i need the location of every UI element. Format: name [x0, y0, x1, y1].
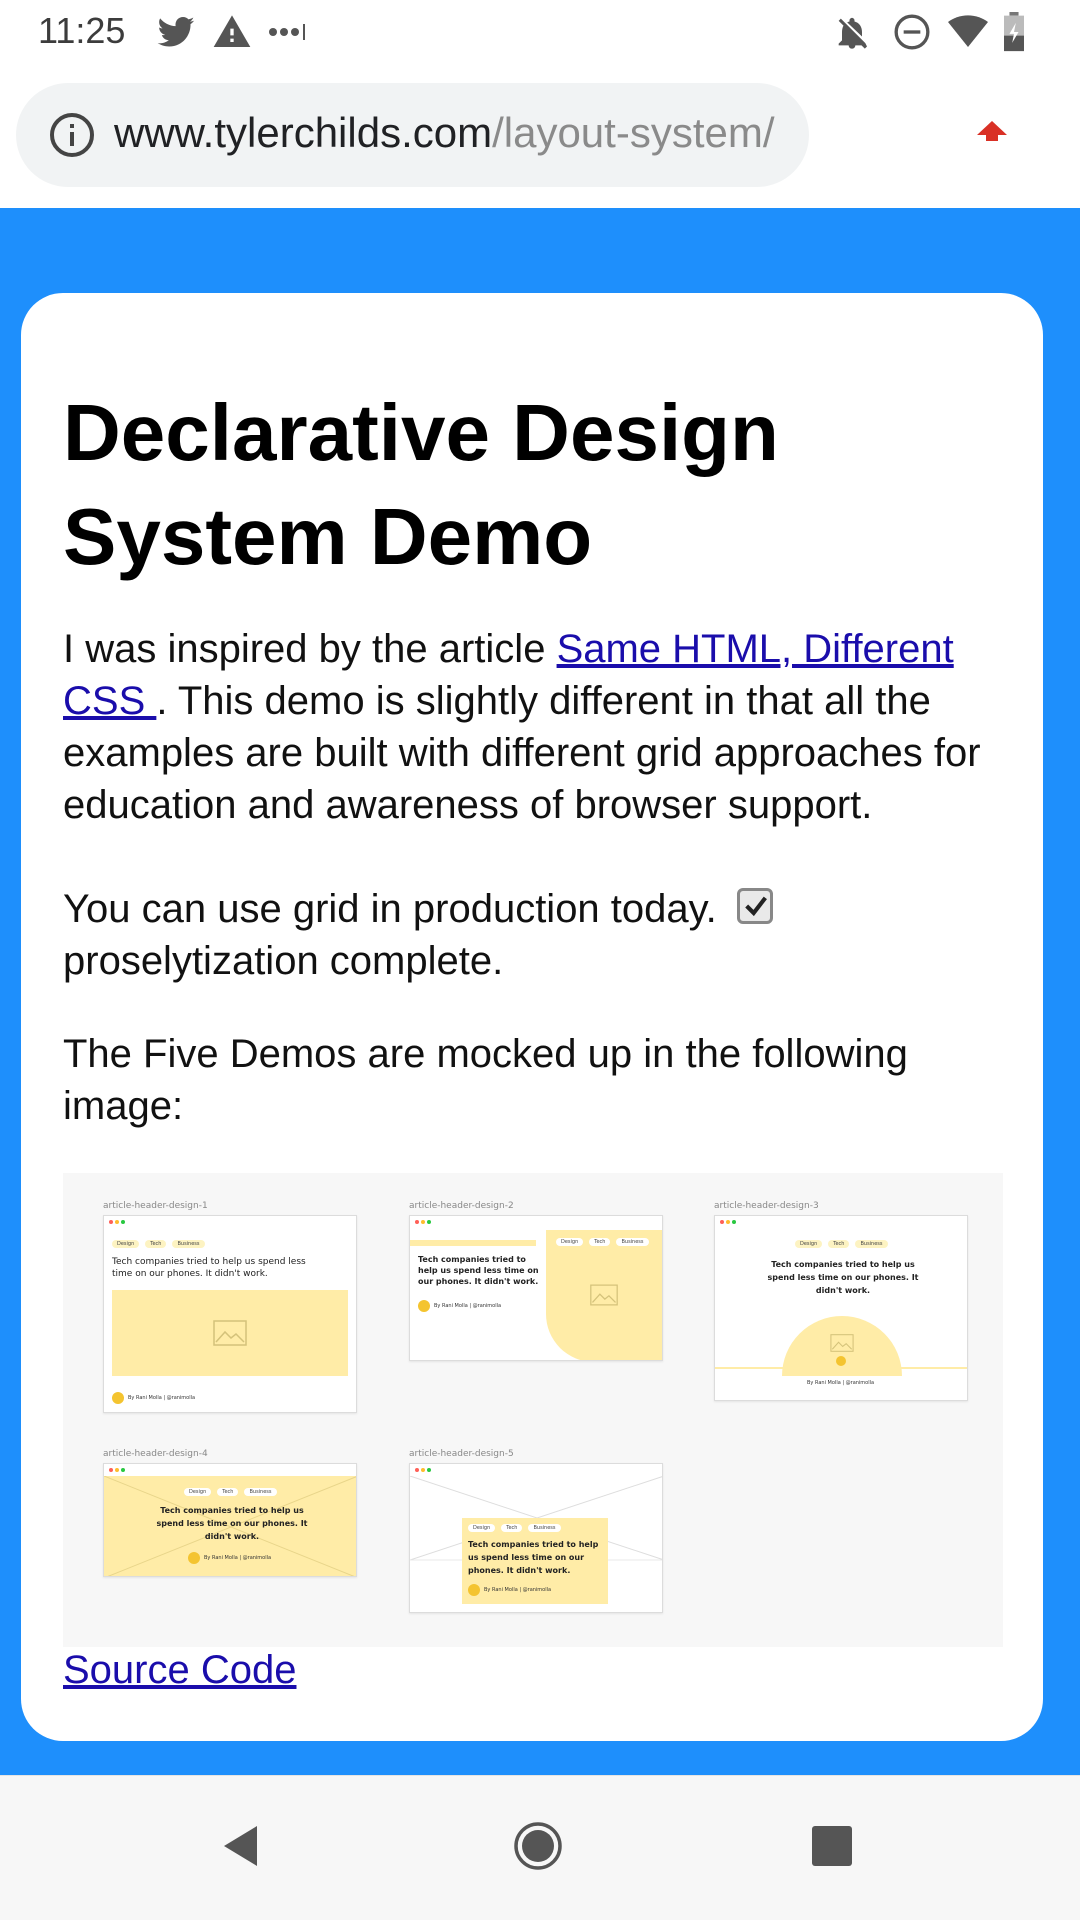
url-bar[interactable]: www.tylerchilds.com/layout-system/	[16, 83, 809, 187]
battery-icon	[1004, 12, 1024, 52]
design-3-headline: Tech companies tried to help us spend le…	[767, 1260, 919, 1295]
grid-text: You can use grid in production today.	[63, 887, 717, 931]
avatar	[112, 1392, 124, 1404]
url-domain: www.tylerchilds.com	[114, 109, 493, 156]
warning-icon	[213, 15, 251, 48]
byline-text: By Rani Molla | @ranimolla	[484, 1587, 552, 1593]
design-2-headline: Tech companies tried to help us spend le…	[418, 1255, 539, 1286]
demos-paragraph: The Five Demos are mocked up in the foll…	[63, 1032, 908, 1128]
window-dots	[109, 1220, 125, 1224]
checkmark-checkbox[interactable]	[736, 888, 773, 924]
image-placeholder-icon	[830, 1334, 854, 1352]
tag-design: Design	[184, 1488, 212, 1496]
tag-tech: Tech	[828, 1240, 850, 1248]
page-title: Declarative Design System Demo	[63, 388, 779, 581]
avatar	[188, 1552, 200, 1564]
info-icon[interactable]	[48, 111, 96, 159]
twitter-icon	[157, 17, 195, 47]
wifi-icon	[948, 15, 988, 48]
design-1-headline: Tech companies tried to help us spend le…	[112, 1257, 306, 1279]
design-2-byline: By Rani Molla | @ranimolla	[418, 1300, 501, 1312]
grid-text-after: proselytization complete.	[63, 939, 504, 983]
source-code-link[interactable]: Source Code	[63, 1648, 296, 1693]
window-dots	[109, 1468, 125, 1472]
design-1-byline: By Rani Molla | @ranimolla	[112, 1392, 195, 1404]
tag-design: Design	[112, 1240, 140, 1248]
design-4-headline: Tech companies tried to help us spend le…	[156, 1506, 308, 1541]
design-2-stripe	[410, 1240, 536, 1246]
back-icon[interactable]	[212, 1816, 272, 1876]
window-dots	[720, 1220, 736, 1224]
tag-design: Design	[795, 1240, 823, 1248]
url-path: /layout-system/	[492, 109, 775, 156]
upload-arrow-icon[interactable]	[975, 119, 1009, 149]
design-1-label: article-header-design-1	[103, 1201, 208, 1211]
navigation-bar	[0, 1775, 1080, 1920]
tag-business: Business	[855, 1240, 888, 1248]
tag-list: Design Tech Business	[184, 1488, 277, 1496]
design-2-label: article-header-design-2	[409, 1201, 514, 1211]
design-4-label: article-header-design-4	[103, 1449, 208, 1459]
image-placeholder-icon	[590, 1284, 618, 1306]
do-not-disturb-icon	[894, 14, 930, 50]
design-5-byline: By Rani Molla | @ranimolla	[468, 1584, 551, 1596]
status-time: 11:25	[38, 10, 126, 51]
tag-business: Business	[172, 1240, 205, 1248]
tag-tech: Tech	[589, 1238, 611, 1246]
tag-business: Business	[616, 1238, 649, 1246]
image-placeholder-icon	[213, 1320, 247, 1346]
status-bar: 11:25	[0, 0, 1080, 63]
more-icon	[269, 24, 305, 40]
design-3-byline: By Rani Molla | @ranimolla	[807, 1380, 874, 1386]
tag-design: Design	[468, 1524, 496, 1532]
design-5-headline: Tech companies tried to help us spend le…	[468, 1540, 599, 1575]
tag-list: Design Tech Business	[795, 1240, 888, 1248]
notifications-off-icon	[838, 17, 867, 49]
design-5-card: Design Tech Business Tech companies trie…	[409, 1463, 663, 1613]
window-dots	[415, 1468, 431, 1472]
byline-text: By Rani Molla | @ranimolla	[128, 1395, 196, 1401]
intro-paragraph: I was inspired by the article Same HTML,…	[63, 623, 1023, 831]
tag-tech: Tech	[145, 1240, 167, 1248]
byline-text: By Rani Molla | @ranimolla	[204, 1555, 272, 1561]
check-icon	[745, 896, 767, 917]
window-dots	[415, 1220, 431, 1224]
demos-mockup-image: article-header-design-1 Design Tech Busi…	[63, 1173, 1003, 1647]
url-text[interactable]: www.tylerchilds.com/layout-system/	[114, 109, 775, 157]
tag-business: Business	[528, 1524, 561, 1532]
design-3-label: article-header-design-3	[714, 1201, 819, 1211]
design-1-card: Design Tech Business Tech companies trie…	[103, 1215, 357, 1413]
avatar	[836, 1356, 846, 1366]
tag-business: Business	[244, 1488, 277, 1496]
browser-toolbar: www.tylerchilds.com/layout-system/	[0, 63, 1080, 208]
recents-icon[interactable]	[802, 1816, 862, 1876]
intro-text: I was inspired by the article	[63, 627, 557, 671]
avatar	[468, 1584, 480, 1596]
byline-text: By Rani Molla | @ranimolla	[807, 1380, 875, 1386]
tag-list: Design Tech Business	[112, 1240, 205, 1248]
design-3-rule	[715, 1367, 967, 1369]
tag-design: Design	[556, 1238, 584, 1246]
byline-text: By Rani Molla | @ranimolla	[434, 1303, 502, 1309]
grid-paragraph: You can use grid in production today. pro…	[63, 883, 1023, 987]
tag-list: Design Tech Business	[468, 1524, 561, 1532]
tag-tech: Tech	[501, 1524, 523, 1532]
avatar	[418, 1300, 430, 1312]
content-card: Declarative Design System Demo I was ins…	[21, 293, 1043, 1741]
design-3-card: Design Tech Business Tech companies trie…	[714, 1215, 968, 1401]
intro-text-after: . This demo is slightly different in tha…	[63, 679, 981, 827]
design-4-card: Design Tech Business Tech companies trie…	[103, 1463, 357, 1577]
tag-list: Design Tech Business	[556, 1238, 649, 1246]
tag-tech: Tech	[217, 1488, 239, 1496]
design-5-label: article-header-design-5	[409, 1449, 514, 1459]
design-2-card: Design Tech Business Tech companies trie…	[409, 1215, 663, 1361]
design-4-byline: By Rani Molla | @ranimolla	[188, 1552, 271, 1564]
page-background: Declarative Design System Demo I was ins…	[0, 208, 1080, 1775]
home-icon[interactable]	[508, 1816, 568, 1876]
